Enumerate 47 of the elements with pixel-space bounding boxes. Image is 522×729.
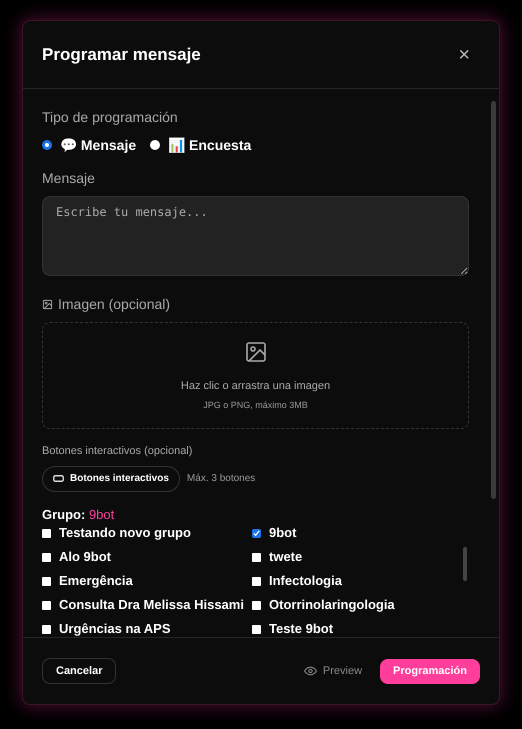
checkbox[interactable] (252, 553, 261, 562)
checkbox[interactable] (42, 529, 51, 538)
close-button[interactable]: × (458, 44, 470, 64)
checkbox[interactable] (252, 577, 261, 586)
message-field[interactable]: Escribe tu mensaje... (42, 196, 469, 276)
group-option: Infectologia (269, 573, 342, 590)
checkbox[interactable] (252, 529, 261, 538)
image-icon (244, 340, 268, 364)
group-option: Urgências na APS (59, 621, 171, 637)
section-label: Imagen (opcional) (58, 296, 170, 313)
scrollbar[interactable] (491, 101, 496, 499)
section-label: Mensaje (42, 170, 96, 188)
preview-button[interactable]: Preview (304, 662, 362, 680)
group-option: Emergência (59, 573, 133, 590)
checkbox[interactable] (252, 625, 261, 634)
group-scrollbar[interactable] (463, 547, 467, 581)
limit-text: Máx. 3 botones (186, 472, 256, 485)
cancel-button[interactable]: Cancelar (42, 658, 116, 684)
dialog-title: Programar mensaje (42, 44, 201, 66)
section-label: Tipo de programación (42, 109, 179, 126)
radio-button[interactable] (42, 140, 52, 150)
checkbox[interactable] (42, 577, 51, 586)
section-label: Botones interactivos (opcional) (42, 445, 194, 459)
dropzone-text: Haz clic o arrastra una imagen (180, 380, 330, 394)
checkbox[interactable] (42, 601, 51, 610)
group-option: Teste 9bot (269, 621, 334, 637)
radio-label: 📊 Encuesta (168, 136, 252, 154)
group-value: 9bot (88, 506, 114, 522)
checkbox[interactable] (42, 625, 51, 634)
dropzone-hint: JPG o PNG, máximo 3MB (203, 400, 308, 412)
image-dropzone[interactable]: Haz clic o arrastra una imagen JPG o PNG, máximo 3MB (42, 322, 469, 429)
group-option: Otorrinolaringologia (269, 597, 395, 614)
radio-button[interactable] (150, 140, 160, 150)
image-icon (42, 298, 53, 310)
group-option: Consulta Dra Melissa Hissami (59, 597, 244, 614)
radio-label: 💬 Mensaje (60, 136, 136, 154)
interactive-buttons-button[interactable]: Botones interactivos (42, 466, 180, 492)
checkbox[interactable] (42, 553, 51, 562)
check-icon (253, 530, 260, 537)
group-option: twete (269, 549, 302, 566)
group-option: Alo 9bot (59, 549, 111, 566)
eye-icon (304, 666, 317, 676)
button-icon (53, 475, 64, 482)
group-label: Grupo: (42, 506, 86, 522)
group-option: 9bot (269, 525, 296, 542)
checkbox[interactable] (252, 601, 261, 610)
group-option: Testando novo grupo (59, 525, 191, 542)
